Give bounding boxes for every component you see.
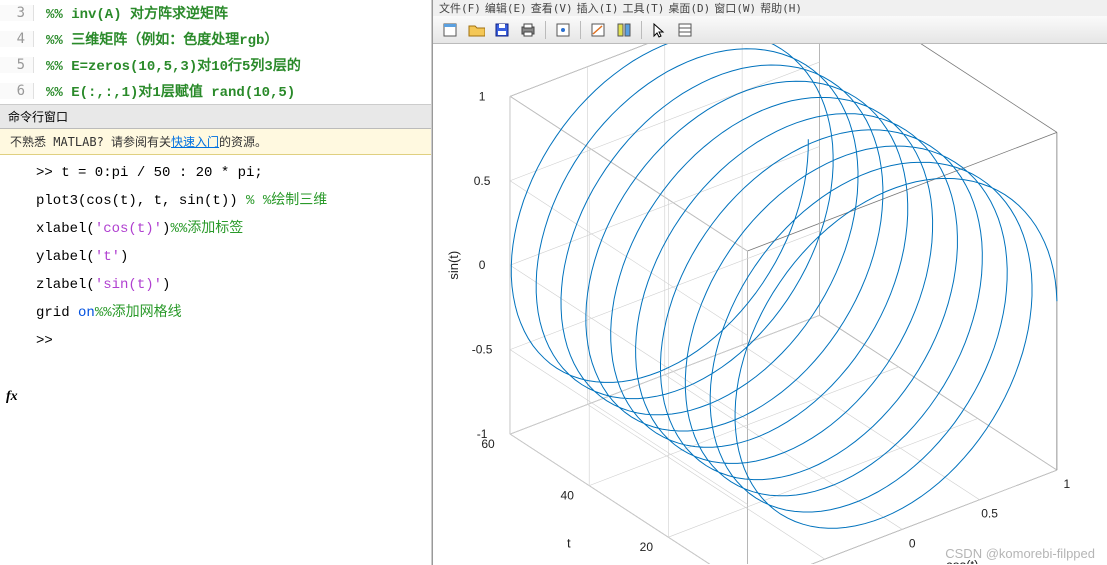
menu-item[interactable]: 文件(F)	[439, 0, 481, 16]
menu-item[interactable]: 编辑(E)	[485, 0, 527, 16]
editor[interactable]: 3%% inv(A) 对方阵求逆矩阵4%% 三维矩阵（例如：色度处理rgb）5%…	[0, 0, 431, 105]
svg-text:t: t	[567, 535, 571, 550]
cmd-line: >>	[0, 327, 431, 355]
plot3-chart: -1-0.500.51cos(t)0204060t-1-0.500.51sin(…	[433, 44, 1107, 564]
code-content: %% E=zeros(10,5,3)对10行5列3层的	[34, 55, 301, 75]
save-icon[interactable]	[491, 20, 513, 40]
cmd-help-banner: 不熟悉 MATLAB? 请参阅有关快速入门的资源。	[0, 129, 431, 155]
inspector-icon[interactable]	[674, 20, 696, 40]
line-number: 5	[0, 57, 34, 73]
command-window[interactable]: fx >> t = 0:pi / 50 : 20 * pi;plot3(cos(…	[0, 155, 431, 565]
svg-text:20: 20	[640, 540, 654, 554]
figure-canvas[interactable]: -1-0.500.51cos(t)0204060t-1-0.500.51sin(…	[433, 44, 1107, 565]
menu-item[interactable]: 窗口(W)	[714, 0, 756, 16]
code-content: %% inv(A) 对方阵求逆矩阵	[34, 3, 228, 23]
colorbar-icon[interactable]	[613, 20, 635, 40]
menu-item[interactable]: 桌面(D)	[668, 0, 710, 16]
svg-text:0.5: 0.5	[981, 507, 998, 521]
svg-text:-1: -1	[477, 427, 488, 441]
toolbar-separator	[641, 21, 642, 39]
figure-window: 文件(F)编辑(E)查看(V)插入(I)工具(T)桌面(D)窗口(W)帮助(H)…	[432, 0, 1107, 565]
editor-line[interactable]: 4%% 三维矩阵（例如：色度处理rgb）	[0, 26, 431, 52]
toolbar-separator	[545, 21, 546, 39]
print-icon[interactable]	[517, 20, 539, 40]
link-icon[interactable]	[587, 20, 609, 40]
svg-text:sin(t): sin(t)	[446, 251, 461, 280]
svg-text:-0.5: -0.5	[472, 343, 493, 357]
cmd-line: grid on%%添加网格线	[0, 299, 431, 327]
cmd-help-suffix: 的资源。	[219, 135, 267, 149]
line-number: 3	[0, 5, 34, 21]
editor-line[interactable]: 3%% inv(A) 对方阵求逆矩阵	[0, 0, 431, 26]
figure-toolbar[interactable]	[433, 16, 1107, 44]
cmd-window-title: 命令行窗口	[0, 105, 431, 129]
menu-item[interactable]: 插入(I)	[577, 0, 619, 16]
cmd-line: ylabel('t')	[0, 243, 431, 271]
quickstart-link[interactable]: 快速入门	[171, 135, 219, 149]
left-pane: 3%% inv(A) 对方阵求逆矩阵4%% 三维矩阵（例如：色度处理rgb）5%…	[0, 0, 432, 565]
watermark: CSDN @komorebi-filpped	[945, 546, 1095, 561]
code-content: %% E(:,:,1)对1层赋值 rand(10,5)	[34, 81, 295, 101]
menu-item[interactable]: 查看(V)	[531, 0, 573, 16]
toolbar-separator	[580, 21, 581, 39]
fx-button[interactable]: fx	[6, 389, 18, 405]
pointer-icon[interactable]	[648, 20, 670, 40]
svg-text:0: 0	[479, 258, 486, 272]
svg-text:0: 0	[909, 536, 916, 550]
line-number: 4	[0, 31, 34, 47]
line-number: 6	[0, 83, 34, 99]
figure-menubar[interactable]: 文件(F)编辑(E)查看(V)插入(I)工具(T)桌面(D)窗口(W)帮助(H)	[433, 0, 1107, 16]
new-figure-icon[interactable]	[439, 20, 461, 40]
editor-line[interactable]: 6%% E(:,:,1)对1层赋值 rand(10,5)	[0, 78, 431, 104]
cmd-line: xlabel('cos(t)')%%添加标签	[0, 215, 431, 243]
cmd-line: plot3(cos(t), t, sin(t)) % %绘制三维	[0, 187, 431, 215]
menu-item[interactable]: 工具(T)	[623, 0, 665, 16]
code-content: %% 三维矩阵（例如：色度处理rgb）	[34, 29, 278, 49]
cmd-line: >> t = 0:pi / 50 : 20 * pi;	[0, 159, 431, 187]
svg-text:1: 1	[479, 89, 486, 103]
cmd-help-prefix: 不熟悉 MATLAB? 请参阅有关	[10, 135, 171, 149]
svg-text:0.5: 0.5	[474, 174, 491, 188]
svg-text:1: 1	[1064, 477, 1071, 491]
datacursor-icon[interactable]	[552, 20, 574, 40]
open-icon[interactable]	[465, 20, 487, 40]
editor-line[interactable]: 5%% E=zeros(10,5,3)对10行5列3层的	[0, 52, 431, 78]
menu-item[interactable]: 帮助(H)	[760, 0, 802, 16]
cmd-line: zlabel('sin(t)')	[0, 271, 431, 299]
svg-text:40: 40	[561, 489, 575, 503]
